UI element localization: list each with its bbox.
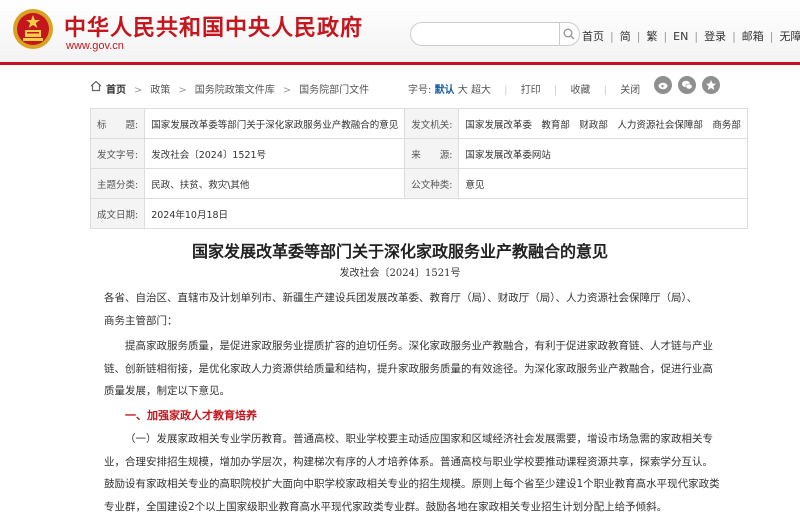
info-row-docno: 发文字号: 发改社会〔2024〕1521号 来 源: 国家发展改革委网站 <box>91 139 748 169</box>
article-intro: 提高家政服务质量，是促进家政服务业提质扩容的迫切任务。深化家政服务业产教融合，有… <box>104 335 722 403</box>
section-line: 专业群，全国建设2个以上国家级职业教育高水平现代家政类专业群。鼓励各地在家政相关… <box>104 496 722 518</box>
nav-home[interactable]: 首页 <box>582 30 604 43</box>
wechat-icon[interactable] <box>678 76 696 94</box>
font-size-default[interactable]: 默认 <box>435 85 455 96</box>
favorite-button[interactable]: 收藏 <box>570 85 590 96</box>
section-1-paragraph: （一）发展家政相关专业学历教育。普通高校、职业学校要主动适应国家和区域经济社会发… <box>104 428 722 518</box>
breadcrumb-policy[interactable]: 政策 <box>150 85 170 96</box>
section-line: 鼓励设有家政相关专业的高职院校扩大面向中职学校家政相关专业的招生规模。原则上每个… <box>104 473 722 496</box>
article-number: 发改社会〔2024〕1521号 <box>90 264 710 279</box>
top-nav: 首页|简|繁|EN|登录|邮箱|无障碍 <box>582 28 800 44</box>
info-title-value: 国家发展改革委等部门关于深化家政服务业产教融合的意见 <box>145 109 405 139</box>
breadcrumb-dept-docs[interactable]: 国务院部门文件 <box>299 85 369 96</box>
recipients-line: 各省、自治区、直辖市及计划单列市、新疆生产建设兵团发展改革委、教育厅（局）、财政… <box>104 287 722 310</box>
site-title[interactable]: 中华人民共和国中央人民政府 <box>64 10 363 42</box>
breadcrumb: 首页>政策>国务院政策文件库>国务院部门文件 <box>106 81 369 96</box>
nav-traditional[interactable]: 繁 <box>646 30 657 43</box>
info-docno-value: 发改社会〔2024〕1521号 <box>145 139 405 169</box>
intro-line: 提高家政服务质量，是促进家政服务业提质扩容的迫切任务。深化家政服务业产教融合，有… <box>104 335 722 358</box>
breadcrumb-policy-library[interactable]: 国务院政策文件库 <box>195 85 275 96</box>
home-icon <box>90 80 102 92</box>
section-line: （一）发展家政相关专业学历教育。普通高校、职业学校要主动适应国家和区域经济社会发… <box>104 428 722 451</box>
info-source-key: 来 源: <box>405 139 459 169</box>
recipients-line: 商务主管部门： <box>104 310 722 333</box>
info-source-value: 国家发展改革委网站 <box>459 139 748 169</box>
info-topic-value: 民政、扶贫、救灾\其他 <box>145 169 405 199</box>
font-size-label: 字号: <box>408 85 431 96</box>
close-button[interactable]: 关闭 <box>620 85 640 96</box>
info-issuer-key: 发文机关: <box>405 109 459 139</box>
info-row-title: 标 题: 国家发展改革委等部门关于深化家政服务业产教融合的意见 发文机关: 国家… <box>91 109 748 139</box>
breadcrumb-home[interactable]: 首页 <box>106 85 126 96</box>
qzone-icon[interactable] <box>702 76 720 94</box>
search-button[interactable] <box>560 22 580 46</box>
site-header: 中华人民共和国中央人民政府 www.gov.cn 首页|简|繁|EN|登录|邮箱… <box>0 0 800 65</box>
info-row-date: 成文日期: 2024年10月18日 <box>91 199 748 229</box>
info-date-key: 成文日期: <box>91 199 145 229</box>
print-button[interactable]: 打印 <box>521 85 541 96</box>
nav-simplified[interactable]: 简 <box>620 30 631 43</box>
intro-line: 链、创新链相衔接，是优化家政人力资源供给质量和结构，提升家政服务质量的有效途径。… <box>104 358 722 381</box>
article-tools: 字号: 默认 大 超大 | 打印 | 收藏 | 关闭 <box>408 81 640 96</box>
document-info-table: 标 题: 国家发展改革委等部门关于深化家政服务业产教融合的意见 发文机关: 国家… <box>90 108 748 229</box>
site-url: www.gov.cn <box>66 40 124 52</box>
font-size-xlarge[interactable]: 超大 <box>471 85 491 96</box>
national-emblem-icon[interactable] <box>12 8 54 50</box>
nav-login[interactable]: 登录 <box>704 30 726 43</box>
intro-line: 质量发展，制定以下意见。 <box>104 380 722 403</box>
nav-mail[interactable]: 邮箱 <box>742 30 764 43</box>
info-issuer-value: 国家发展改革委 教育部 财政部 人力资源社会保障部 商务部 <box>459 109 748 139</box>
section-line: 业，合理安排招生规模，增加办学层次，构建梯次有序的人才培养体系。普通高校与职业学… <box>104 451 722 474</box>
info-type-key: 公文种类: <box>405 169 459 199</box>
section-heading: 一、加强家政人才教育培养 <box>125 407 257 423</box>
info-date-value: 2024年10月18日 <box>145 199 748 229</box>
breadcrumb-bar: 首页>政策>国务院政策文件库>国务院部门文件 字号: 默认 大 超大 | 打印 … <box>90 78 710 98</box>
search-icon <box>563 28 575 40</box>
weibo-icon[interactable] <box>654 76 672 94</box>
info-row-topic: 主题分类: 民政、扶贫、救灾\其他 公文种类: 意见 <box>91 169 748 199</box>
info-docno-key: 发文字号: <box>91 139 145 169</box>
nav-english[interactable]: EN <box>673 30 688 43</box>
share-buttons <box>648 76 720 94</box>
article-title: 国家发展改革委等部门关于深化家政服务业产教融合的意见 <box>90 238 710 262</box>
article-recipients: 各省、自治区、直辖市及计划单列市、新疆生产建设兵团发展改革委、教育厅（局）、财政… <box>104 287 722 332</box>
nav-accessibility[interactable]: 无障碍 <box>780 30 800 43</box>
info-type-value: 意见 <box>459 169 748 199</box>
search-input[interactable] <box>410 22 560 46</box>
info-topic-key: 主题分类: <box>91 169 145 199</box>
font-size-large[interactable]: 大 <box>458 85 468 96</box>
info-title-key: 标 题: <box>91 109 145 139</box>
